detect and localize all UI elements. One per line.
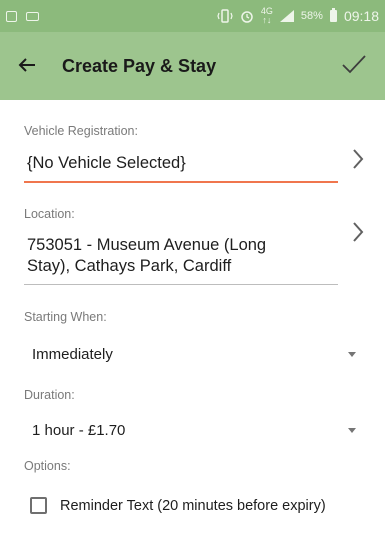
location-label: Location: — [24, 207, 75, 221]
gallery-notification-icon — [6, 10, 17, 22]
clock-time: 09:18 — [343, 8, 379, 24]
duration-selected: 1 hour - £1.70 — [32, 421, 126, 439]
page-title: Create Pay & Stay — [62, 55, 217, 76]
starting-when-selected: Immediately — [32, 345, 113, 363]
signal-strength-icon — [279, 10, 294, 22]
location-underline — [24, 284, 338, 285]
reminder-text-checkbox[interactable] — [30, 497, 47, 514]
back-arrow-icon[interactable] — [18, 53, 48, 79]
vehicle-registration-label: Vehicle Registration: — [24, 124, 138, 138]
data-activity: ↑↓ — [262, 15, 272, 25]
location-value-line-2: Stay), Cathays Park, Cardiff — [27, 257, 232, 275]
starting-when-label: Starting When: — [24, 310, 107, 324]
voicemail-notification-icon — [26, 11, 39, 21]
status-bar: 4G ↑↓ 58% 09:18 — [0, 0, 385, 32]
reminder-text-label: Reminder Text (20 minutes before expiry) — [60, 497, 326, 514]
vibrate-icon — [217, 9, 233, 23]
location-value-line-1: 753051 - Museum Avenue (Long — [27, 236, 267, 254]
dropdown-arrow-icon — [348, 428, 356, 433]
battery-percent: 58% — [300, 10, 323, 22]
starting-when-dropdown[interactable]: Immediately — [24, 340, 364, 368]
status-right-icons: 4G ↑↓ 58% 09:18 — [217, 7, 379, 25]
duration-dropdown[interactable]: 1 hour - £1.70 — [24, 416, 364, 444]
vehicle-registration-value[interactable]: {No Vehicle Selected} — [27, 153, 186, 174]
vehicle-registration-underline — [24, 181, 338, 183]
dropdown-arrow-icon — [348, 352, 356, 357]
location-chevron-right-icon[interactable] — [352, 221, 364, 248]
app-bar: Create Pay & Stay — [0, 32, 385, 100]
battery-icon — [329, 8, 337, 22]
options-label: Options: — [24, 459, 71, 473]
status-left-icons — [6, 10, 39, 22]
reminder-text-option[interactable]: Reminder Text (20 minutes before expiry) — [30, 497, 326, 514]
confirm-check-icon[interactable] — [341, 53, 367, 80]
alarm-icon — [241, 11, 253, 23]
duration-label: Duration: — [24, 388, 75, 402]
network-type-indicator: 4G ↑↓ — [261, 7, 273, 25]
vehicle-chevron-right-icon[interactable] — [352, 148, 364, 175]
